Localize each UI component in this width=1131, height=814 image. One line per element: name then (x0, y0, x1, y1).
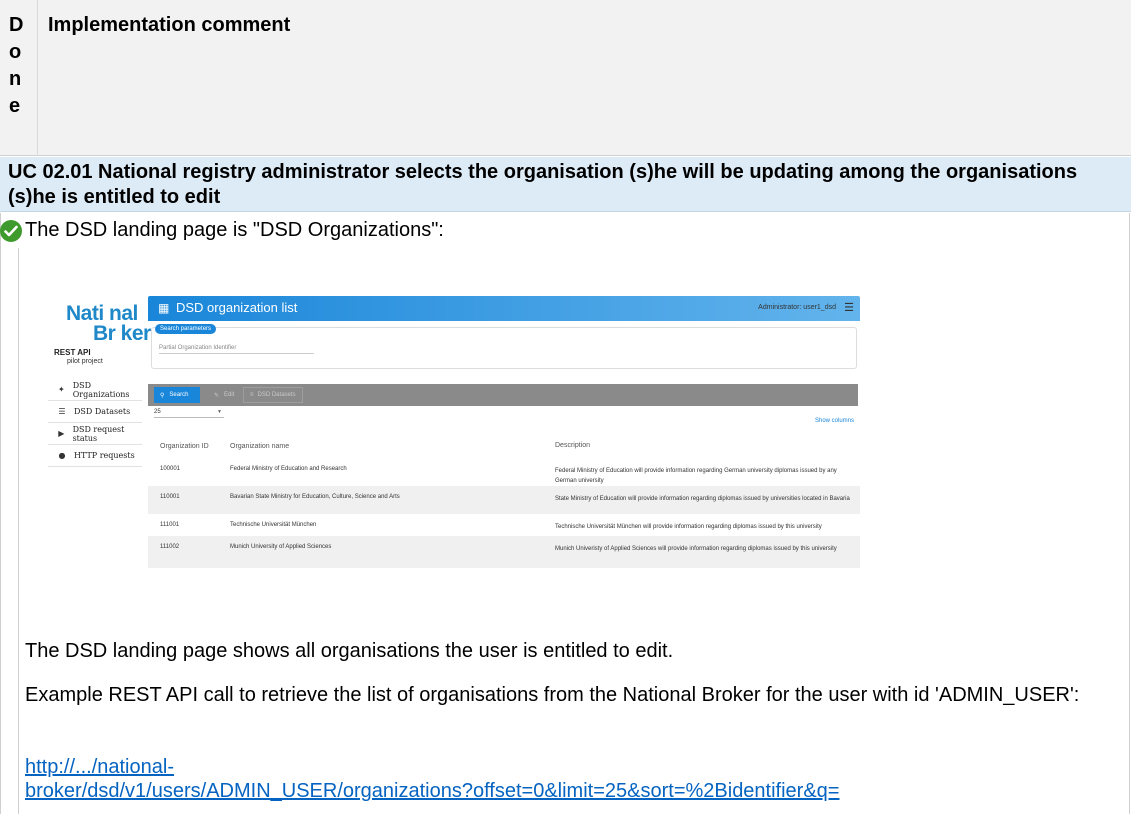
hamburger-menu-icon[interactable]: ☰ (844, 303, 854, 314)
description-cell: Federal Ministry of Education will provi… (555, 468, 837, 484)
use-case-row: UC 02.01 National registry administrator… (0, 157, 1131, 212)
organization-name-cell: Munich University of Applied Sciences (230, 544, 332, 550)
table-row[interactable]: 110001 Bavarian State Ministry for Educa… (148, 486, 860, 514)
list-icon: ☰ (58, 407, 66, 416)
organization-id-cell: 111002 (160, 544, 180, 550)
organization-name-cell: Technische Universität München (230, 522, 317, 528)
table-border-left (0, 213, 1, 814)
table-header-row: D o n e Implementation comment (0, 0, 1131, 156)
use-case-title: UC 02.01 National registry administrator… (8, 161, 1078, 208)
logo-line-2: Br ker (93, 322, 151, 345)
done-letter: D (9, 14, 24, 36)
sidebar-item-dsd-request-status[interactable]: ▶ DSD request status (48, 423, 142, 445)
rest-api-label: REST API (54, 348, 91, 357)
show-columns-link[interactable]: Show columns (815, 418, 854, 424)
table-row[interactable]: 100001 Federal Ministry of Education and… (148, 458, 860, 486)
done-letter: n (9, 68, 22, 90)
national-broker-logo: Nati nal Br ker (66, 302, 151, 347)
pilot-project-label: pilot project (67, 358, 103, 365)
sidebar-item-dsd-datasets[interactable]: ☰ DSD Datasets (48, 401, 142, 423)
table-border-right (1129, 213, 1130, 814)
done-letter: o (9, 41, 22, 63)
search-parameters-badge: Search parameters (155, 324, 217, 334)
sidebar-item-http-requests[interactable]: ● HTTP requests (48, 445, 142, 467)
chevron-down-icon: ▼ (217, 409, 222, 415)
search-button-label: Search (169, 392, 189, 398)
landing-description-paragraph: The DSD landing page shows all organisat… (25, 640, 674, 662)
sidebar-item-dsd-organizations[interactable]: ✦ DSD Organizations (48, 379, 142, 401)
organization-name-cell: Federal Ministry of Education and Resear… (230, 466, 347, 472)
search-parameters-panel: Search parameters Partial Organization I… (151, 324, 857, 369)
table-column-divider (18, 248, 19, 814)
organization-id-cell: 111001 (160, 522, 180, 528)
table-row[interactable]: 111001 Technische Universität München Te… (148, 514, 860, 536)
sidebar-item-label: DSD Datasets (74, 407, 131, 416)
organization-list-icon: ▦ (158, 301, 170, 315)
description-cell: State Ministry of Education will provide… (555, 496, 850, 502)
done-letter: e (9, 95, 21, 117)
search-button[interactable]: ⚲ Search (154, 387, 200, 403)
done-column-header: D o n e (0, 0, 38, 156)
organizations-table: Organization ID Organization name Descri… (148, 434, 860, 568)
organization-id-cell: 110001 (160, 494, 180, 500)
check-circle-icon (0, 220, 22, 242)
table-row[interactable]: 111002 Munich University of Applied Scie… (148, 536, 860, 568)
dsd-datasets-button-label: DSD Datasets (257, 392, 296, 398)
admin-user-label: Administrator: user1_dsd (758, 304, 836, 311)
page-title: DSD organization list (176, 300, 298, 315)
sidebar-item-label: HTTP requests (74, 451, 135, 460)
sidebar-item-label: DSD Organizations (72, 380, 130, 399)
action-toolbar: ⚲ Search ✎ Edit ≡ DSD Datasets (148, 384, 858, 406)
page-size-value: 25 (154, 409, 161, 415)
edit-button[interactable]: ✎ Edit (208, 387, 240, 403)
page-size-select[interactable]: 25 ▼ (154, 409, 224, 418)
rest-api-example-paragraph: Example REST API call to retrieve the li… (25, 684, 1080, 706)
organization-id-cell: 100001 (160, 466, 181, 472)
app-title-bar: ▦ DSD organization list Administrator: u… (148, 296, 860, 321)
rest-api-example-link[interactable]: http://.../national- broker/dsd/v1/users… (25, 755, 1131, 803)
pencil-icon: ✎ (214, 392, 220, 399)
table-header: Organization ID Organization name Descri… (148, 434, 860, 458)
send-icon: ▶ (58, 429, 65, 438)
link-line: http://.../national- (25, 756, 174, 778)
datasets-icon: ≡ (250, 392, 254, 398)
globe-icon: ● (58, 451, 66, 460)
partial-organization-identifier-input[interactable]: Partial Organization Identifier (159, 345, 314, 354)
column-header[interactable]: Organization name (230, 443, 555, 450)
link-line: broker/dsd/v1/users/ADMIN_USER/organizat… (25, 780, 840, 802)
column-header[interactable]: Description (555, 441, 860, 451)
description-cell: Munich Univeristy of Applied Sciences wi… (555, 546, 837, 552)
dsd-datasets-button[interactable]: ≡ DSD Datasets (243, 387, 303, 403)
sidebar: ✦ DSD Organizations ☰ DSD Datasets ▶ DSD… (48, 379, 142, 467)
column-header[interactable]: Organization ID (148, 443, 230, 450)
search-icon: ⚲ (160, 392, 165, 399)
sidebar-item-label: DSD request status (72, 424, 125, 443)
description-cell: Technische Universität München will prov… (555, 524, 822, 530)
edit-button-label: Edit (224, 392, 235, 398)
organizations-icon: ✦ (58, 385, 65, 394)
landing-page-text: The DSD landing page is "DSD Organizatio… (25, 219, 444, 241)
implementation-comment-header: Implementation comment (48, 14, 291, 36)
organization-name-cell: Bavarian State Ministry for Education, C… (230, 494, 400, 500)
done-header: D o n e (9, 12, 23, 120)
embedded-screenshot: Nati nal Br ker REST API pilot project ✦… (48, 287, 860, 571)
